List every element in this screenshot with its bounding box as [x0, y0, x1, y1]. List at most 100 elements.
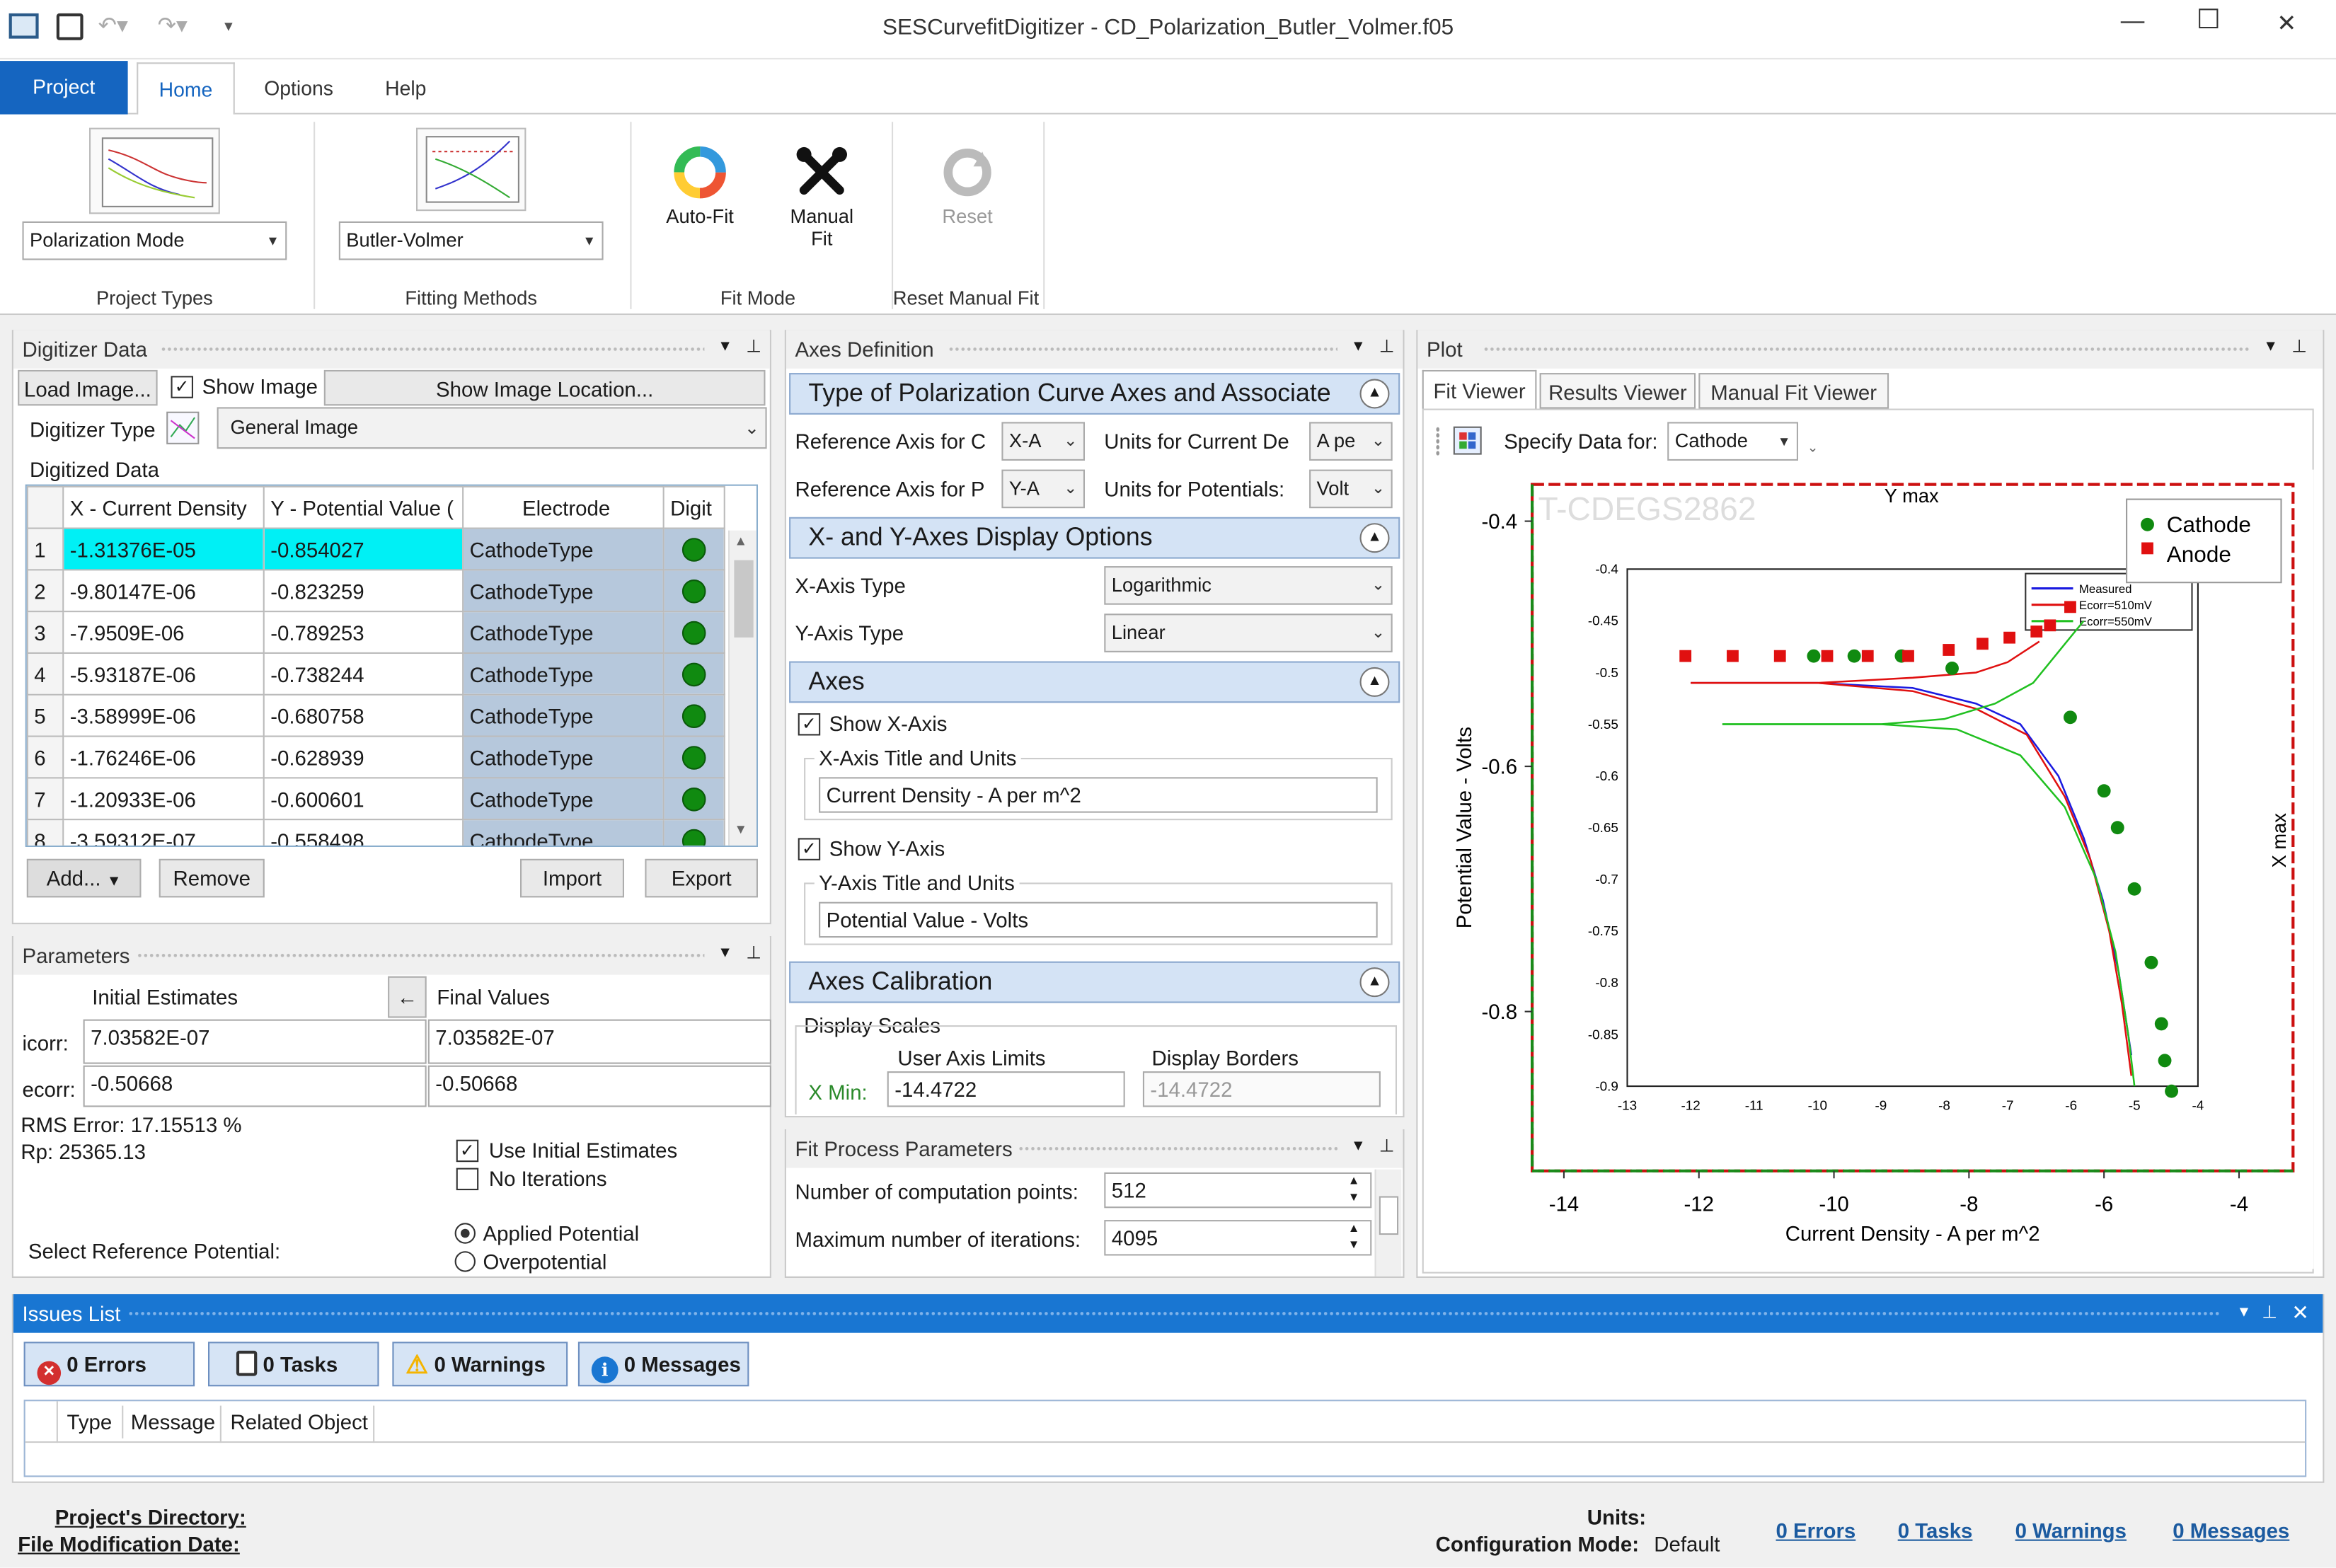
no-iterations-checkbox[interactable] [456, 1168, 479, 1191]
collapse-icon[interactable]: ▲ [1359, 379, 1390, 409]
digit-cell[interactable] [662, 819, 725, 846]
column-header-y[interactable]: Y - Potential Value ( [263, 485, 464, 529]
row-number[interactable]: 6 [26, 735, 64, 779]
pin-icon[interactable]: ⊥ [2291, 336, 2307, 357]
tab-help[interactable]: Help [369, 62, 443, 115]
manual-fit-button[interactable]: Manual Fit [778, 137, 865, 255]
x-value-cell[interactable]: -3.59312E-07 [62, 819, 265, 846]
tab-home[interactable]: Home [137, 62, 235, 116]
x-value-cell[interactable]: -7.9509E-06 [62, 611, 265, 654]
issues-col-type[interactable]: Type [67, 1405, 124, 1439]
electrode-cell[interactable]: CathodeType [462, 527, 664, 571]
pin-icon[interactable]: ⊥ [746, 336, 761, 357]
panel-menu-icon[interactable]: ▼ [2236, 1305, 2251, 1321]
remove-button[interactable]: Remove [159, 858, 265, 898]
plot-settings-icon[interactable] [1453, 426, 1482, 455]
pin-icon[interactable]: ⊥ [1379, 336, 1395, 357]
x-value-cell[interactable]: -1.20933E-06 [62, 777, 265, 821]
tab-options[interactable]: Options [250, 62, 348, 115]
electrode-cell[interactable]: CathodeType [462, 652, 664, 696]
panel-menu-icon[interactable]: ▼ [718, 339, 732, 355]
scroll-down-icon[interactable]: ▼ [734, 822, 747, 836]
export-button[interactable]: Export [645, 858, 758, 898]
row-number[interactable]: 3 [26, 611, 64, 654]
row-number[interactable]: 7 [26, 777, 64, 821]
digit-cell[interactable] [662, 527, 725, 571]
specify-data-combo[interactable]: Cathode ▼ [1667, 422, 1798, 461]
use-initial-estimates-checkbox[interactable]: ✓ [456, 1139, 479, 1163]
digit-cell[interactable] [662, 652, 725, 696]
units-potential-combo[interactable]: Volt ⌄ [1309, 469, 1393, 509]
scroll-up-icon[interactable]: ▲ [734, 534, 747, 548]
table-row[interactable]: 1 -1.31376E-05 -0.854027 CathodeType [26, 527, 725, 571]
row-number[interactable]: 2 [26, 569, 64, 613]
grid-vertical-scrollbar[interactable]: ▲ ▼ [728, 530, 756, 846]
overpotential-radio[interactable] [454, 1251, 476, 1272]
tasks-filter-button[interactable]: 0 Tasks [208, 1342, 379, 1387]
digitizer-type-combo[interactable]: General Image ⌄ [217, 407, 767, 449]
x-value-cell[interactable]: -9.80147E-06 [62, 569, 265, 613]
table-row[interactable]: 2 -9.80147E-06 -0.823259 CathodeType [26, 569, 725, 613]
y-value-cell[interactable]: -0.789253 [263, 611, 464, 654]
y-value-cell[interactable]: -0.628939 [263, 735, 464, 779]
spinner-icon[interactable]: ▲ ▼ [1348, 1172, 1360, 1205]
section-header-axes[interactable]: Axes ▲ [789, 661, 1400, 703]
icorr-initial-input[interactable]: 7.03582E-07 [83, 1019, 427, 1064]
table-row[interactable]: 5 -3.58999E-06 -0.680758 CathodeType [26, 693, 725, 737]
auto-fit-button[interactable]: Auto-Fit [654, 137, 746, 250]
messages-filter-button[interactable]: i 0 Messages [577, 1342, 749, 1387]
panel-menu-icon[interactable]: ▼ [1351, 1138, 1366, 1155]
y-value-cell[interactable]: -0.823259 [263, 569, 464, 613]
toolbar-overflow-icon[interactable]: ⌄ [1807, 440, 1819, 456]
fitting-method-thumbnail[interactable] [416, 127, 527, 212]
electrode-cell[interactable]: CathodeType [462, 735, 664, 779]
tab-results-viewer[interactable]: Results Viewer [1539, 373, 1696, 409]
spinner-icon[interactable]: ▲ ▼ [1348, 1220, 1360, 1252]
max-iterations-input[interactable]: 4095 [1104, 1220, 1372, 1256]
import-button[interactable]: Import [519, 858, 624, 898]
minimize-button[interactable]: — [2121, 9, 2145, 36]
pin-icon[interactable]: ⊥ [2262, 1302, 2277, 1322]
x-value-cell[interactable]: -1.31376E-05 [62, 527, 265, 571]
electrode-cell[interactable]: CathodeType [462, 569, 664, 613]
pin-icon[interactable]: ⊥ [746, 942, 761, 962]
y-value-cell[interactable]: -0.680758 [263, 693, 464, 737]
project-type-thumbnail[interactable] [88, 127, 220, 214]
maximize-button[interactable]: ☐ [2197, 4, 2221, 35]
ref-axis-current-combo[interactable]: X-A ⌄ [1001, 422, 1085, 461]
show-image-location-button[interactable]: Show Image Location... [323, 369, 766, 406]
row-number[interactable]: 8 [26, 819, 64, 846]
y-value-cell[interactable]: -0.600601 [263, 777, 464, 821]
table-row[interactable]: 8 -3.59312E-07 -0.558498 CathodeType [26, 819, 725, 846]
column-header-x[interactable]: X - Current Density [62, 485, 265, 529]
digit-cell[interactable] [662, 735, 725, 779]
collapse-icon[interactable]: ▲ [1359, 667, 1390, 697]
show-image-checkbox[interactable]: ✓ [171, 376, 193, 398]
y-axis-title-input[interactable]: Potential Value - Volts [819, 901, 1378, 938]
y-value-cell[interactable]: -0.854027 [263, 527, 464, 571]
panel-menu-icon[interactable]: ▼ [718, 945, 732, 962]
load-image-button[interactable]: Load Image... [18, 369, 158, 406]
section-header-axes-calibration[interactable]: Axes Calibration ▲ [789, 961, 1400, 1003]
table-row[interactable]: 6 -1.76246E-06 -0.628939 CathodeType [26, 735, 725, 779]
ref-axis-potential-combo[interactable]: Y-A ⌄ [1001, 469, 1085, 509]
fit-process-scrollbar[interactable] [1374, 1169, 1402, 1276]
x-axis-type-combo[interactable]: Logarithmic ⌄ [1104, 566, 1393, 605]
applied-potential-radio[interactable] [454, 1223, 476, 1244]
status-tasks-link[interactable]: 0 Tasks [1898, 1518, 1973, 1543]
x-value-cell[interactable]: -3.58999E-06 [62, 693, 265, 737]
digit-cell[interactable] [662, 777, 725, 821]
collapse-icon[interactable]: ▲ [1359, 967, 1390, 998]
y-value-cell[interactable]: -0.558498 [263, 819, 464, 846]
ecorr-initial-input[interactable]: -0.50668 [83, 1065, 427, 1107]
row-number[interactable]: 4 [26, 652, 64, 696]
column-header-electrode[interactable]: Electrode [462, 485, 664, 529]
x-min-user-input[interactable]: -14.4722 [887, 1071, 1125, 1107]
project-types-combo[interactable]: Polarization Mode ▼ [22, 221, 287, 260]
scroll-thumb[interactable] [734, 560, 754, 638]
status-errors-link[interactable]: 0 Errors [1776, 1518, 1856, 1543]
x-axis-title-input[interactable]: Current Density - A per m^2 [819, 777, 1378, 813]
fitting-methods-combo[interactable]: Butler-Volmer ▼ [338, 221, 604, 260]
close-button[interactable]: ✕ [2277, 9, 2296, 39]
show-y-axis-checkbox[interactable]: ✓ [798, 838, 821, 860]
